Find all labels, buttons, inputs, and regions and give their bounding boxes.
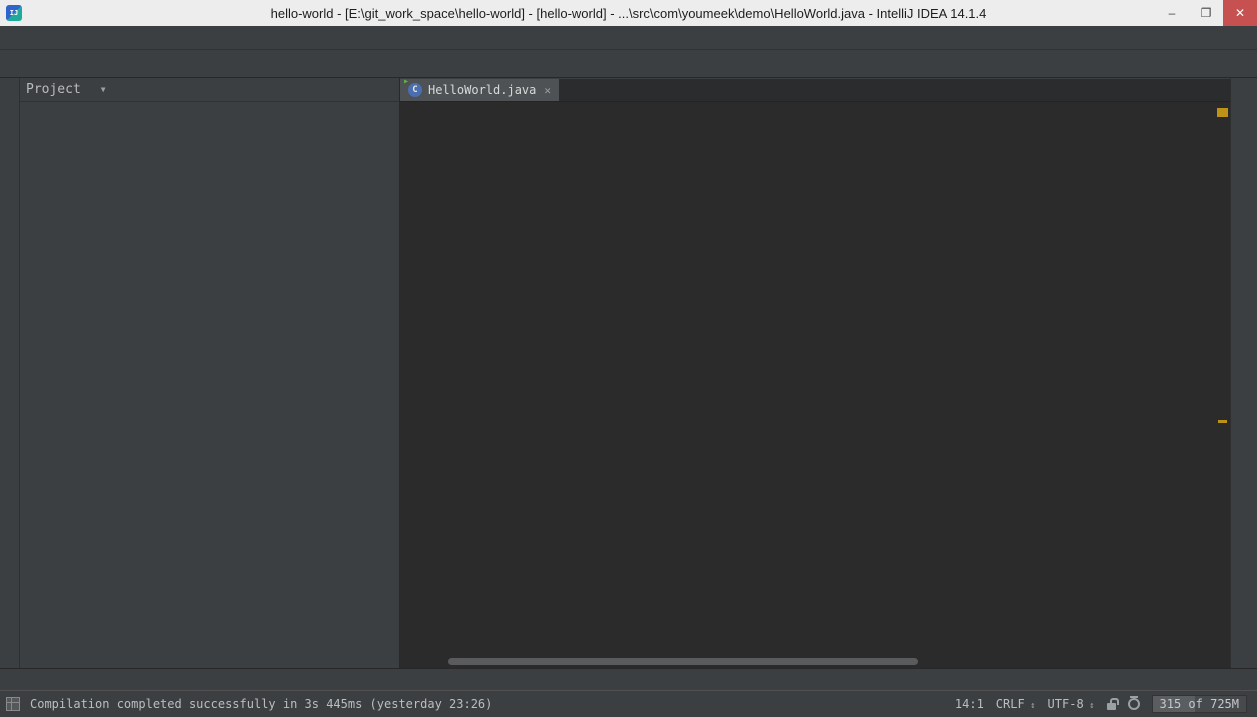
tab-close-icon[interactable]: ✕ xyxy=(544,84,551,97)
minimize-button[interactable]: – xyxy=(1155,0,1189,26)
maximize-button[interactable]: ❐ xyxy=(1189,0,1223,26)
tab-bar-empty-space xyxy=(559,79,1230,101)
project-panel-header: Project ▼ xyxy=(20,78,399,102)
project-tree xyxy=(20,102,399,668)
bottom-tool-window-bar xyxy=(0,668,1257,690)
main-toolbar xyxy=(0,50,1257,78)
tool-window-switcher-icon[interactable] xyxy=(6,697,20,711)
editor-tab-bar: C HelloWorld.java ✕ xyxy=(400,78,1230,102)
encoding-widget[interactable]: UTF-8 ↕ xyxy=(1048,697,1095,711)
left-tool-window-stripe xyxy=(0,78,20,668)
intellij-window: IJ hello-world - [E:\git_work_space\hell… xyxy=(0,0,1257,717)
code-editor[interactable] xyxy=(400,102,1230,668)
window-title: hello-world - [E:\git_work_space\hello-w… xyxy=(0,6,1257,21)
code-lines xyxy=(400,104,1216,656)
project-view-dropdown-icon[interactable]: ▼ xyxy=(101,85,106,94)
lock-icon[interactable] xyxy=(1107,703,1116,710)
java-class-icon: C xyxy=(408,83,422,97)
status-bar: Compilation completed successfully in 3s… xyxy=(0,690,1257,717)
line-ending-widget[interactable]: CRLF ↕ xyxy=(996,697,1036,711)
warnings-indicator-icon[interactable] xyxy=(1217,108,1228,117)
highlight-mark[interactable] xyxy=(1218,420,1227,423)
editor-tab-helloworld[interactable]: C HelloWorld.java ✕ xyxy=(400,79,559,101)
error-stripe[interactable] xyxy=(1216,102,1230,668)
window-controls: – ❐ ✕ xyxy=(1155,0,1257,26)
project-panel-title: Project xyxy=(26,82,81,97)
app-logo-icon: IJ xyxy=(6,5,22,21)
right-tool-window-stripe xyxy=(1230,78,1257,668)
main-area: Project ▼ C HelloWorld.java ✕ xyxy=(0,78,1257,668)
memory-indicator[interactable]: 315 of 725M xyxy=(1152,695,1247,713)
title-bar: IJ hello-world - [E:\git_work_space\hell… xyxy=(0,0,1257,26)
editor-area: C HelloWorld.java ✕ xyxy=(400,78,1230,668)
caret-position-widget[interactable]: 14:1 xyxy=(955,697,984,711)
horizontal-scrollbar[interactable] xyxy=(448,658,918,665)
highlighting-level-icon[interactable] xyxy=(1128,698,1140,710)
menu-bar xyxy=(0,26,1257,50)
status-message: Compilation completed successfully in 3s… xyxy=(30,697,492,711)
close-button[interactable]: ✕ xyxy=(1223,0,1257,26)
editor-tab-label: HelloWorld.java xyxy=(428,83,536,97)
project-tool-window: Project ▼ xyxy=(20,78,400,668)
status-bar-widgets: 14:1 CRLF ↕ UTF-8 ↕ 315 of 725M xyxy=(955,695,1247,713)
